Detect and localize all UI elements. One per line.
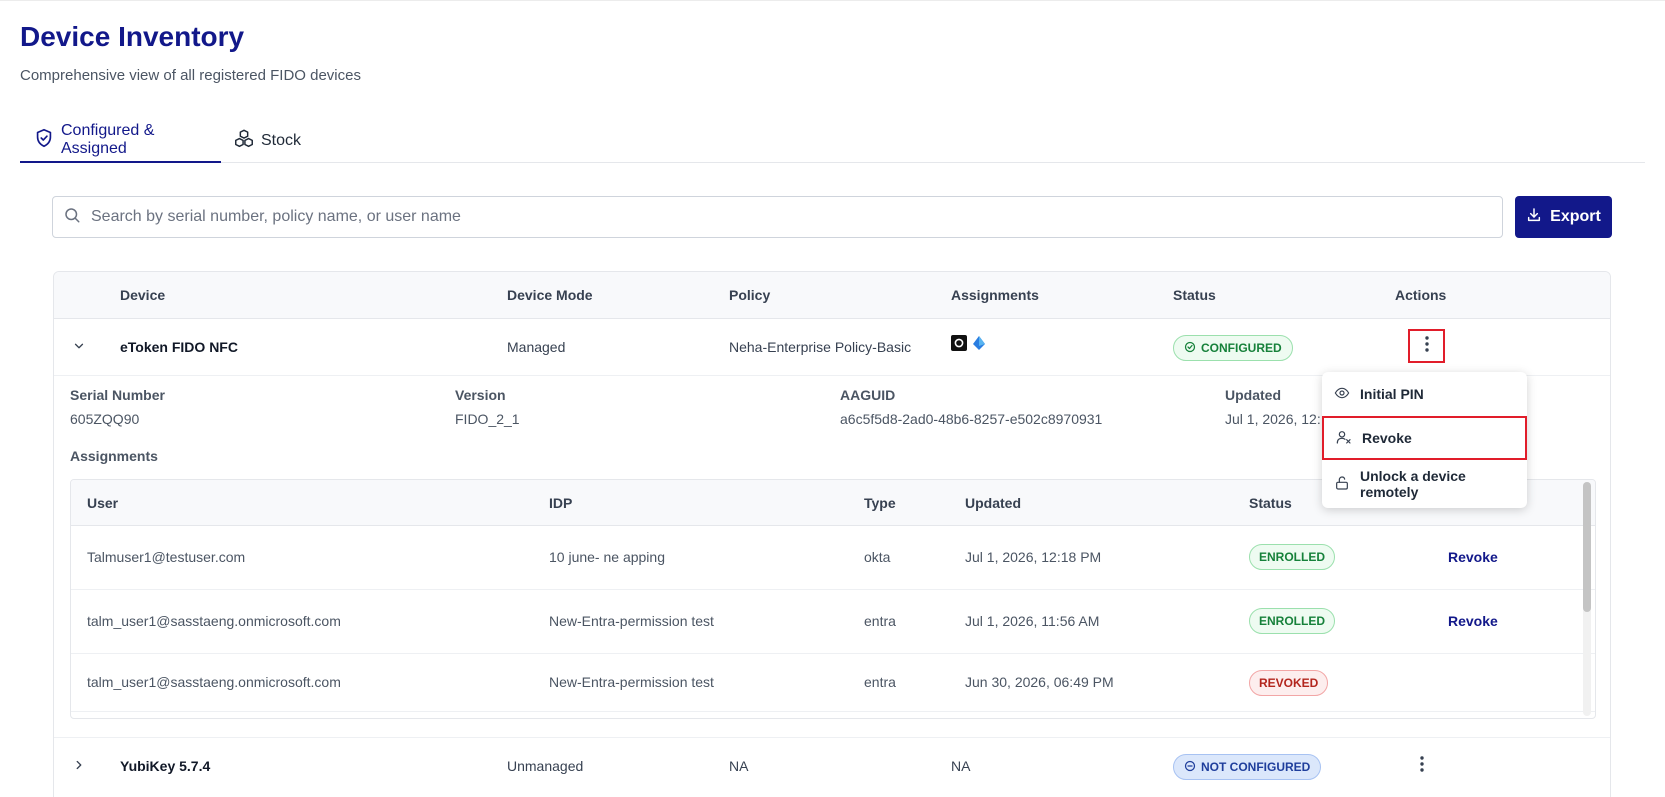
device-inventory-page: Device Inventory Comprehensive view of a… (0, 0, 1665, 797)
assignments-label: Assignments (70, 448, 158, 464)
device-name: eToken FIDO NFC (120, 339, 238, 355)
export-button[interactable]: Export (1515, 196, 1612, 238)
assignment-icons (951, 335, 987, 354)
assignment-updated: Jul 1, 2026, 12:18 PM (965, 549, 1102, 565)
table-header: Device Device Mode Policy Assignments St… (54, 272, 1610, 319)
updated-value: Jul 1, 2026, 12: (1225, 411, 1321, 427)
header-policy: Policy (729, 287, 771, 303)
entra-icon (971, 335, 987, 354)
menu-item-unlock[interactable]: Unlock a device remotely (1322, 462, 1527, 506)
tab-label: Stock (261, 132, 302, 149)
assignment-idp: 10 june- ne apping (549, 549, 665, 565)
aaguid-label: AAGUID (840, 387, 896, 403)
menu-item-label: Initial PIN (1360, 386, 1424, 402)
header-status: Status (1249, 495, 1292, 511)
menu-item-label: Revoke (1362, 430, 1412, 446)
header-type: Type (864, 495, 896, 511)
check-circle-icon (1184, 341, 1196, 356)
assignment-user: talm_user1@sasstaeng.onmicrosoft.com (87, 674, 341, 690)
scrollbar[interactable] (1583, 482, 1591, 716)
status-text: CONFIGURED (1201, 341, 1282, 355)
assignments-table: User IDP Type Updated Status Talmuser1@t… (70, 479, 1596, 719)
device-mode: Unmanaged (507, 758, 584, 774)
assignment-user: Talmuser1@testuser.com (87, 549, 246, 565)
menu-item-initial-pin[interactable]: Initial PIN (1322, 372, 1527, 416)
status-badge: ENROLLED (1249, 608, 1335, 634)
device-policy: NA (729, 758, 749, 774)
assignment-updated: Jun 30, 2026, 06:49 PM (965, 674, 1114, 690)
kebab-menu-icon (1424, 335, 1430, 358)
status-badge: REVOKED (1249, 670, 1329, 696)
chevron-down-icon[interactable] (72, 339, 86, 358)
device-mode: Managed (507, 339, 566, 355)
revoke-link[interactable]: Revoke (1448, 613, 1498, 629)
table-row: talm_user1@sasstaeng.onmicrosoft.com New… (71, 654, 1595, 712)
header-updated: Updated (965, 495, 1021, 511)
version-label: Version (455, 387, 506, 403)
assignment-user: talm_user1@sasstaeng.onmicrosoft.com (87, 613, 341, 629)
status-badge: NOT CONFIGURED (1173, 754, 1322, 780)
actions-kebab-button[interactable] (1408, 329, 1445, 363)
header-assignments: Assignments (951, 287, 1039, 303)
status-badge: ENROLLED (1249, 544, 1335, 570)
aaguid-value: a6c5f5d8-2ad0-48b6-8257-e502c8970931 (840, 411, 1103, 427)
page-subtitle: Comprehensive view of all registered FID… (20, 67, 361, 84)
table-row: Talmuser1@testuser.com 10 june- ne appin… (71, 526, 1595, 590)
tab-stock[interactable]: Stock (233, 119, 323, 163)
table-row[interactable]: YubiKey 5.7.4 Unmanaged NA NA NOT CONFIG… (54, 737, 1610, 794)
tab-configured-assigned[interactable]: Configured & Assigned (20, 119, 221, 163)
minus-circle-icon (1184, 760, 1196, 775)
device-assignments: NA (951, 758, 971, 774)
header-user: User (87, 495, 119, 511)
assignment-idp: New-Entra-permission test (549, 613, 714, 629)
device-name: YubiKey 5.7.4 (120, 758, 211, 774)
assignment-type: okta (864, 549, 891, 565)
assignment-idp: New-Entra-permission test (549, 674, 714, 690)
device-policy: Neha-Enterprise Policy-Basic (729, 339, 912, 355)
assignment-updated: Jul 1, 2026, 11:56 AM (965, 613, 1100, 629)
cubes-icon (233, 128, 255, 155)
header-status: Status (1173, 287, 1216, 303)
updated-label: Updated (1225, 387, 1281, 403)
header-actions: Actions (1395, 287, 1447, 303)
shield-check-icon (33, 127, 55, 154)
header-idp: IDP (549, 495, 573, 511)
unlock-icon (1334, 475, 1350, 494)
tab-label: Configured & Assigned (61, 122, 155, 157)
chevron-right-icon[interactable] (72, 758, 86, 777)
revoke-link[interactable]: Revoke (1448, 549, 1498, 565)
page-title: Device Inventory (20, 21, 245, 52)
kebab-menu-icon[interactable] (1419, 755, 1425, 778)
menu-item-label: Unlock a device remotely (1360, 468, 1466, 500)
status-text: NOT CONFIGURED (1201, 760, 1311, 774)
scrollbar-thumb[interactable] (1583, 482, 1591, 612)
header-device: Device (120, 287, 166, 303)
menu-item-revoke[interactable]: Revoke (1322, 416, 1527, 460)
download-icon (1526, 207, 1542, 228)
serial-number-value: 605ZQQ90 (70, 411, 140, 427)
version-value: FIDO_2_1 (455, 411, 520, 427)
assignment-type: entra (864, 674, 896, 690)
serial-number-label: Serial Number (70, 387, 165, 403)
table-row[interactable]: eToken FIDO NFC Managed Neha-Enterprise … (54, 319, 1610, 376)
pin-eye-icon (1334, 385, 1350, 404)
tab-bar: Configured & Assigned Stock (20, 119, 1645, 163)
user-remove-icon (1336, 429, 1352, 448)
status-badge: CONFIGURED (1173, 335, 1293, 361)
search-input[interactable] (91, 208, 1471, 226)
search-icon (63, 206, 81, 229)
assignment-type: entra (864, 613, 896, 629)
actions-dropdown-menu: Initial PIN Revoke Unlock a device remot… (1322, 372, 1527, 508)
search-box (52, 196, 1503, 238)
header-device-mode: Device Mode (507, 287, 593, 303)
okta-icon (951, 335, 967, 354)
table-row: talm_user1@sasstaeng.onmicrosoft.com New… (71, 590, 1595, 654)
export-label: Export (1550, 208, 1601, 225)
